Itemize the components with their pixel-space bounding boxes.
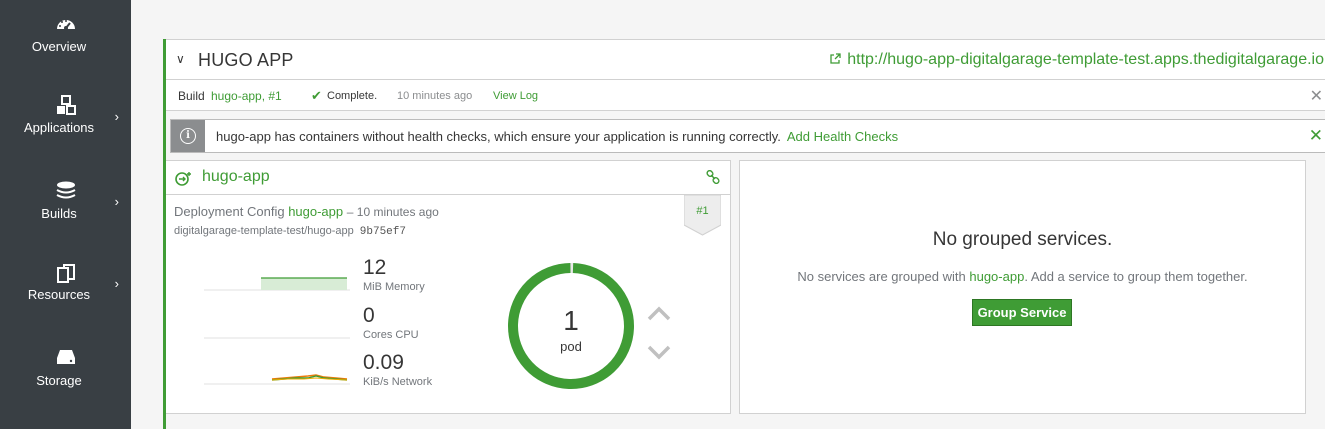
close-icon[interactable]: ✕ xyxy=(1310,86,1323,106)
deployment-config-time: – 10 minutes ago xyxy=(346,205,439,219)
app-title: HUGO APP xyxy=(198,50,294,70)
network-label: KiB/s Network xyxy=(363,376,433,388)
nav-label-applications: Applications xyxy=(23,120,95,135)
network-sparkline xyxy=(204,374,350,385)
grouped-services-card: No grouped services. No services are gro… xyxy=(739,160,1306,414)
nav-item-applications[interactable]: Applications › xyxy=(0,95,131,165)
image-name: digitalgarage-template-test/hugo-app xyxy=(174,225,354,237)
nav-item-resources[interactable]: Resources › xyxy=(0,263,131,333)
cpu-label: Cores CPU xyxy=(363,329,419,341)
cubes-icon xyxy=(56,95,76,115)
alert-text: hugo-app has containers without health c… xyxy=(216,129,898,144)
cpu-value: 0 xyxy=(363,304,375,327)
nav-label-storage: Storage xyxy=(36,373,82,388)
nav-item-overview[interactable]: Overview xyxy=(0,14,131,84)
deployment-number: #1 xyxy=(696,205,709,217)
view-log-link[interactable]: View Log xyxy=(493,90,538,102)
memory-value: 12 xyxy=(363,256,387,279)
route-url: http://hugo-app-digitalgarage-template-t… xyxy=(847,51,1324,68)
chevron-right-icon: › xyxy=(114,276,119,291)
pod-donut[interactable]: 1 pod xyxy=(506,261,636,391)
info-icon: i xyxy=(180,128,196,144)
app-header: ∨ HUGO APP http://hugo-app-digitalgarage… xyxy=(166,39,1325,80)
build-status-row: Build hugo-app, #1 ✔ Complete. 10 minute… xyxy=(166,80,1325,111)
chevron-right-icon: › xyxy=(114,194,119,209)
service-header: hugo-app xyxy=(166,161,730,195)
cpu-sparkline xyxy=(204,337,350,339)
chevron-right-icon: › xyxy=(114,109,119,124)
service-name-link[interactable]: hugo-app xyxy=(202,168,270,186)
add-health-checks-link[interactable]: Add Health Checks xyxy=(787,129,898,144)
info-box: i xyxy=(171,120,205,152)
image-line: digitalgarage-template-test/hugo-app 9b75… xyxy=(174,225,406,238)
external-link-icon xyxy=(830,53,841,64)
image-hash: 9b75ef7 xyxy=(359,226,406,238)
pod-count: 1 xyxy=(563,305,579,336)
dashboard-icon xyxy=(56,20,75,30)
build-status: Complete. xyxy=(327,90,378,102)
close-icon[interactable]: ✕ xyxy=(1309,126,1323,146)
grouped-title: No grouped services. xyxy=(932,229,1113,250)
hdd-icon xyxy=(56,350,75,364)
build-link[interactable]: hugo-app, #1 xyxy=(211,89,282,103)
nav-item-builds[interactable]: Builds › xyxy=(0,180,131,250)
alert-message: hugo-app has containers without health c… xyxy=(216,129,781,144)
sidebar: Overview Applications › Builds › Resourc… xyxy=(0,0,131,429)
group-service-button[interactable]: Group Service xyxy=(972,299,1072,326)
grouped-description: No services are grouped with hugo-app. A… xyxy=(740,269,1305,284)
memory-label: MiB Memory xyxy=(363,281,425,293)
files-icon xyxy=(56,264,75,283)
scale-up-icon[interactable] xyxy=(646,304,672,324)
deployment-config-prefix: Deployment Config xyxy=(174,204,285,219)
main-content: ∨ HUGO APP http://hugo-app-digitalgarage… xyxy=(131,0,1325,429)
collapse-toggle-icon[interactable]: ∨ xyxy=(176,52,185,66)
deployment-config-line: Deployment Config hugo-app – 10 minutes … xyxy=(174,204,439,219)
deployment-card: hugo-app Deployment Config hugo-app – 10… xyxy=(166,160,731,414)
nav-label-builds: Builds xyxy=(41,206,77,221)
health-check-alert: i hugo-app has containers without health… xyxy=(170,119,1325,153)
application-panel: ∨ HUGO APP http://hugo-app-digitalgarage… xyxy=(163,39,1325,429)
grouped-service-link[interactable]: hugo-app xyxy=(969,269,1024,284)
build-time: 10 minutes ago xyxy=(397,90,473,102)
deployment-config-link[interactable]: hugo-app xyxy=(288,204,343,219)
deployment-badge[interactable]: #1 xyxy=(684,195,721,237)
check-icon: ✔ xyxy=(311,88,322,103)
nav-item-storage[interactable]: Storage xyxy=(0,347,131,417)
nav-label-resources: Resources xyxy=(27,287,91,302)
service-icon xyxy=(175,172,191,186)
link-icon[interactable] xyxy=(706,170,720,184)
build-prefix: Build xyxy=(178,89,205,103)
scale-down-icon[interactable] xyxy=(646,342,672,362)
pod-label: pod xyxy=(560,339,582,354)
nav-label-overview: Overview xyxy=(31,39,87,54)
grouped-desc-after: . Add a service to group them together. xyxy=(1024,269,1248,284)
layers-icon xyxy=(56,181,75,199)
network-value: 0.09 xyxy=(363,351,404,374)
memory-sparkline xyxy=(204,277,350,291)
route-link[interactable]: http://hugo-app-digitalgarage-template-t… xyxy=(830,51,1324,69)
grouped-desc-before: No services are grouped with xyxy=(797,269,966,284)
